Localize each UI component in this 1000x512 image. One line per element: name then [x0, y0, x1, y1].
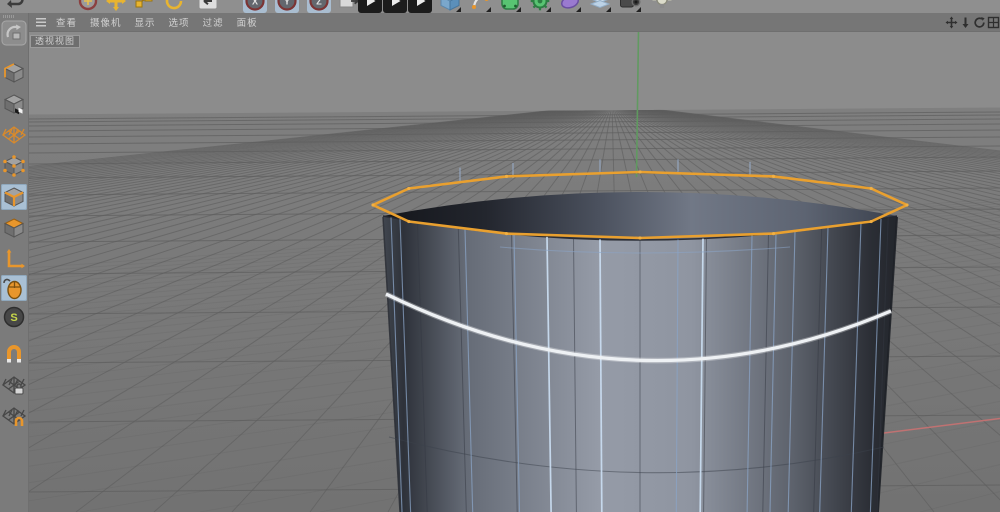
add-modeling-gear-button[interactable]	[528, 0, 552, 13]
svg-text:X: X	[252, 0, 258, 7]
zoom-view-icon[interactable]	[959, 16, 972, 29]
viewport-3d[interactable]: 透视视图	[28, 31, 1000, 512]
add-generator-button[interactable]	[498, 0, 522, 13]
application-window: X Y Z 查看 摄像机 显示 选项 过滤 面板 S 透视视图	[0, 0, 1000, 512]
last-tool-used[interactable]	[196, 0, 220, 13]
model-mode-button[interactable]	[1, 60, 27, 86]
menu-filter[interactable]: 过滤	[203, 18, 224, 29]
workplane-mode-button[interactable]	[1, 122, 27, 148]
scene-canvas[interactable]	[28, 31, 1000, 512]
menu-view[interactable]: 查看	[56, 18, 77, 29]
polygons-mode-button[interactable]	[1, 215, 27, 241]
add-deformer-button[interactable]	[558, 0, 582, 13]
points-mode-button[interactable]	[1, 153, 27, 179]
lock-y-axis[interactable]: Y	[275, 0, 299, 13]
render-region-button[interactable]	[383, 0, 407, 13]
viewport-label: 透视视图	[30, 35, 80, 48]
add-environment-button[interactable]	[588, 0, 612, 13]
add-camera-button[interactable]	[618, 0, 642, 13]
svg-text:Z: Z	[316, 0, 322, 7]
render-settings-button[interactable]	[408, 0, 432, 13]
snap-settings-button[interactable]: S	[1, 304, 27, 330]
palette-grip[interactable]	[3, 15, 15, 18]
texture-mode-button[interactable]	[1, 91, 27, 117]
rotate-view-icon[interactable]	[973, 16, 986, 29]
viewport-menu-icon[interactable]	[36, 18, 46, 27]
live-selection-tool[interactable]	[76, 0, 100, 13]
lock-workplane-button[interactable]	[1, 372, 27, 398]
undo-icon[interactable]	[4, 0, 28, 13]
object-axis-mode-button[interactable]	[1, 246, 27, 272]
menu-panel[interactable]: 面板	[237, 18, 258, 29]
tool-sidebar: S	[0, 13, 29, 512]
scale-tool[interactable]	[132, 0, 156, 13]
rotate-tool[interactable]	[162, 0, 186, 13]
svg-text:S: S	[10, 312, 17, 324]
planar-workplane-button[interactable]	[1, 403, 27, 429]
magnet-tool-button[interactable]	[1, 341, 27, 367]
add-light-button[interactable]	[650, 0, 674, 13]
top-toolbar: X Y Z	[0, 0, 1000, 13]
tweak-mode-button[interactable]	[1, 275, 27, 301]
viewport-menu-bar: 查看 摄像机 显示 选项 过滤 面板	[28, 13, 1000, 32]
menu-display[interactable]: 显示	[135, 18, 156, 29]
toggle-view-icon[interactable]	[987, 16, 1000, 29]
lock-z-axis[interactable]: Z	[307, 0, 331, 13]
menu-options[interactable]: 选项	[169, 18, 190, 29]
add-spline-button[interactable]	[468, 0, 492, 13]
move-tool[interactable]	[104, 0, 128, 13]
menu-cameras[interactable]: 摄像机	[90, 18, 122, 29]
edges-mode-button[interactable]	[1, 184, 27, 210]
lock-x-axis[interactable]: X	[243, 0, 267, 13]
add-primitive-cube-button[interactable]	[438, 0, 462, 13]
cylinder-object[interactable]	[371, 159, 908, 512]
pan-view-icon[interactable]	[945, 16, 958, 29]
render-view-button[interactable]	[358, 0, 382, 13]
svg-text:Y: Y	[284, 0, 290, 7]
make-editable-button[interactable]	[1, 20, 27, 46]
